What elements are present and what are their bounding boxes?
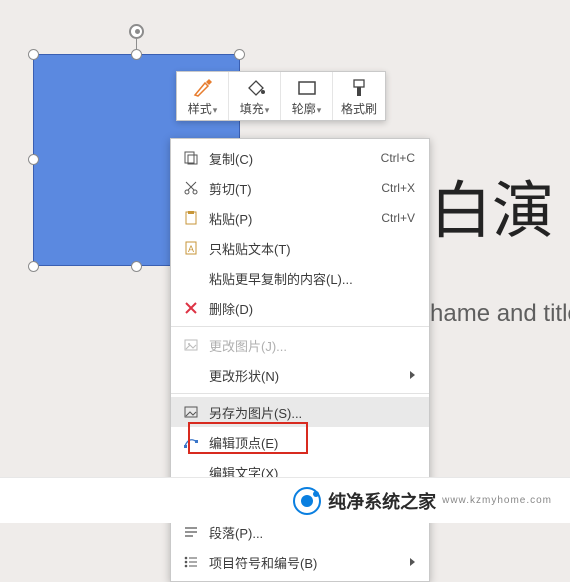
menu-copy[interactable]: 复制(C) Ctrl+C: [171, 143, 429, 173]
outline-label: 轮廓: [292, 102, 316, 116]
brand-site: www.kzmyhome.com: [442, 495, 552, 506]
menu-shortcut: Ctrl+C: [371, 151, 415, 165]
resize-handle-tl[interactable]: [28, 49, 39, 60]
menu-label: 粘贴(P): [209, 209, 371, 228]
delete-icon: [181, 299, 201, 317]
shape-mini-toolbar: 样式▾ 填充▾ 轮廓▾ 格式刷: [176, 71, 386, 121]
menu-cut[interactable]: 剪切(T) Ctrl+X: [171, 173, 429, 203]
image-icon: [181, 336, 201, 354]
bullets-icon: [181, 553, 201, 571]
resize-handle-tm[interactable]: [131, 49, 142, 60]
format-painter-icon: [333, 78, 385, 101]
fill-label: 填充: [240, 102, 264, 116]
outline-icon: [281, 78, 332, 101]
dropdown-arrow-icon: ▾: [265, 105, 270, 115]
brand-name: 纯净系统之家: [328, 488, 436, 514]
paragraph-icon: [181, 523, 201, 541]
menu-change-image: 更改图片(J)...: [171, 330, 429, 360]
menu-label: 段落(P)...: [209, 523, 415, 542]
brush-icon: [177, 78, 228, 101]
menu-label: 删除(D): [209, 299, 415, 318]
resize-handle-ml[interactable]: [28, 154, 39, 165]
separator: [171, 326, 429, 327]
menu-shortcut: Ctrl+V: [371, 211, 415, 225]
menu-paste-text-only[interactable]: A 只粘贴文本(T): [171, 233, 429, 263]
menu-label: 复制(C): [209, 149, 371, 168]
menu-change-shape[interactable]: 更改形状(N): [171, 360, 429, 390]
dropdown-arrow-icon: ▾: [213, 105, 218, 115]
menu-shortcut: Ctrl+X: [371, 181, 415, 195]
submenu-arrow-icon: [410, 371, 415, 379]
rotate-handle[interactable]: [129, 24, 144, 39]
menu-paste[interactable]: 粘贴(P) Ctrl+V: [171, 203, 429, 233]
menu-label: 剪切(T): [209, 179, 371, 198]
style-button[interactable]: 样式▾: [177, 72, 229, 120]
clipboard-text-icon: A: [181, 239, 201, 257]
separator: [171, 393, 429, 394]
copy-icon: [181, 149, 201, 167]
blank-icon: [181, 269, 201, 287]
slide-title[interactable]: 白演: [430, 160, 554, 250]
resize-handle-tr[interactable]: [234, 49, 245, 60]
resize-handle-bl[interactable]: [28, 261, 39, 272]
edit-points-icon: [181, 433, 201, 451]
brand-logo: 纯净系统之家: [292, 486, 436, 516]
menu-delete[interactable]: 删除(D): [171, 293, 429, 323]
save-image-icon: [181, 403, 201, 421]
dropdown-arrow-icon: ▾: [317, 105, 322, 115]
submenu-arrow-icon: [410, 558, 415, 566]
blank-icon: [181, 366, 201, 384]
paint-bucket-icon: [229, 78, 280, 101]
logo-icon: [292, 486, 322, 516]
slide-subtitle[interactable]: hame and title: [430, 300, 570, 328]
format-painter-label: 格式刷: [341, 102, 377, 116]
menu-bullets[interactable]: 项目符号和编号(B): [171, 547, 429, 577]
menu-label: 另存为图片(S)...: [209, 403, 415, 422]
menu-label: 只粘贴文本(T): [209, 239, 415, 258]
footer-watermark: 纯净系统之家 www.kzmyhome.com: [0, 477, 570, 523]
menu-label: 更改形状(N): [209, 366, 402, 385]
resize-handle-bm[interactable]: [131, 261, 142, 272]
fill-button[interactable]: 填充▾: [229, 72, 281, 120]
menu-label: 项目符号和编号(B): [209, 553, 402, 572]
clipboard-icon: [181, 209, 201, 227]
scissors-icon: [181, 179, 201, 197]
style-label: 样式: [188, 102, 212, 116]
format-painter-button[interactable]: 格式刷: [333, 72, 385, 120]
svg-text:A: A: [188, 244, 194, 254]
menu-save-as-image[interactable]: 另存为图片(S)...: [171, 397, 429, 427]
menu-label: 更改图片(J)...: [209, 336, 415, 355]
outline-button[interactable]: 轮廓▾: [281, 72, 333, 120]
menu-paste-earlier[interactable]: 粘贴更早复制的内容(L)...: [171, 263, 429, 293]
menu-edit-points[interactable]: 编辑顶点(E): [171, 427, 429, 457]
menu-label: 粘贴更早复制的内容(L)...: [209, 269, 415, 288]
menu-label: 编辑顶点(E): [209, 433, 415, 452]
